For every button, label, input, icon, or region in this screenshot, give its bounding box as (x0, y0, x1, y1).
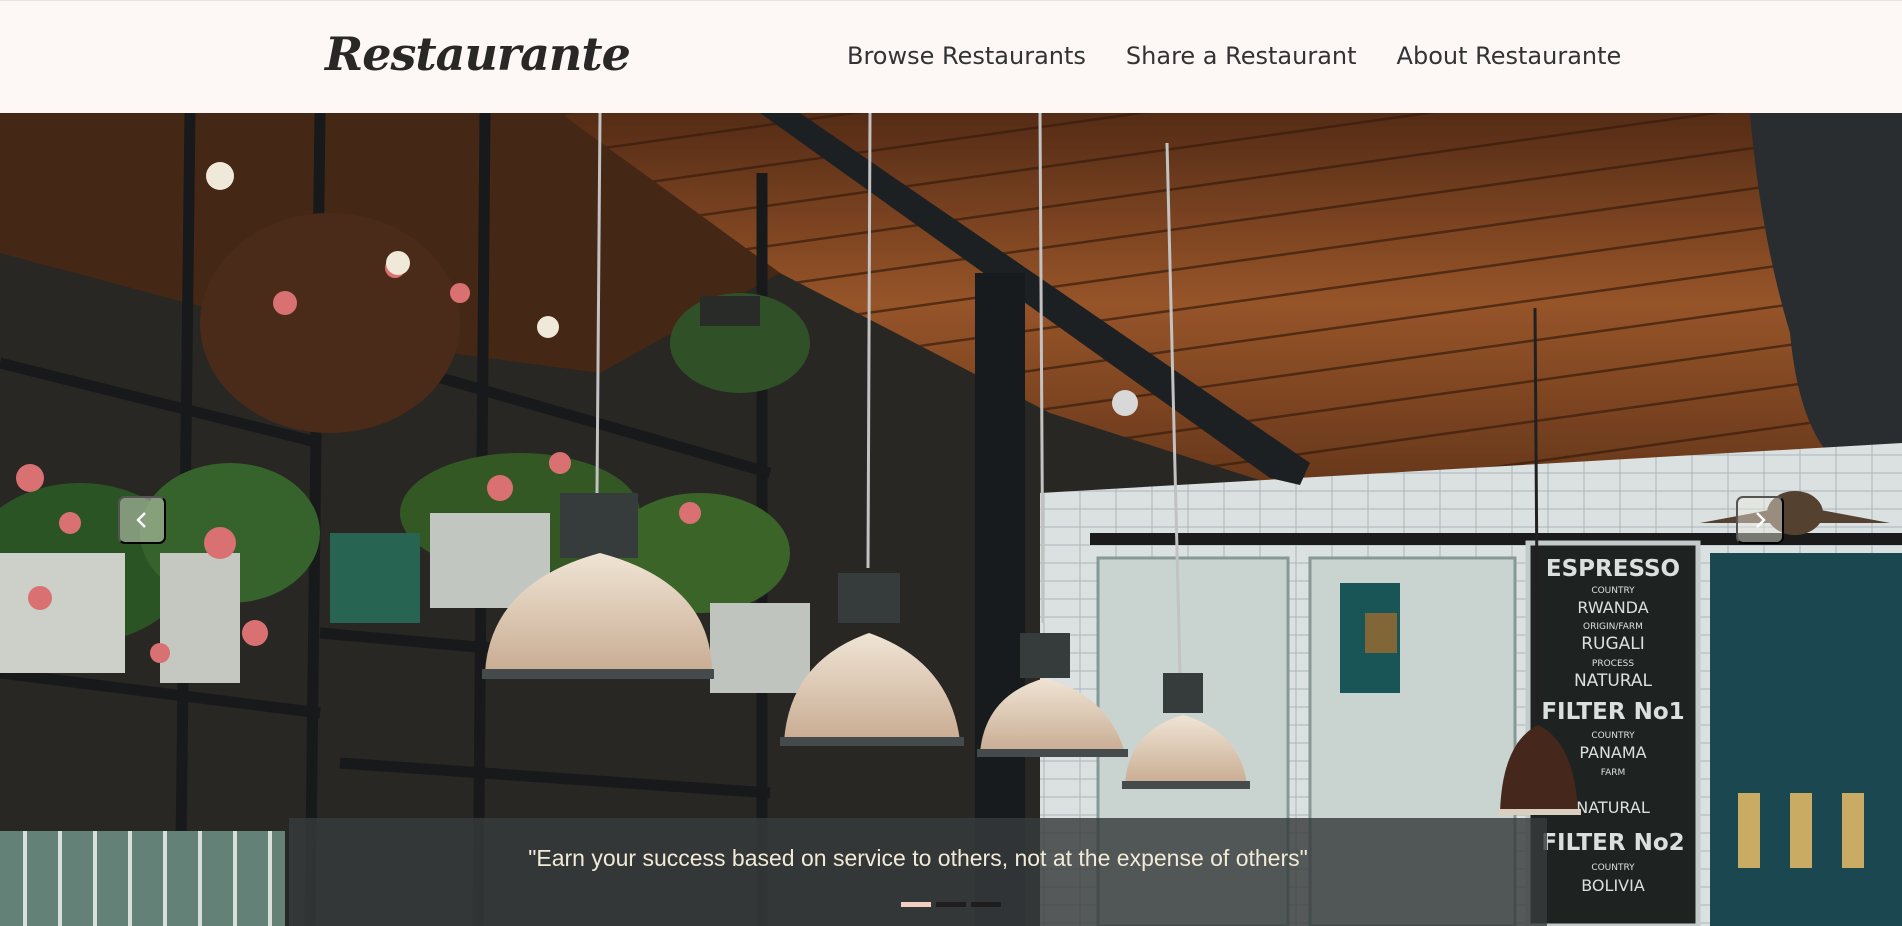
carousel-next-button[interactable] (1736, 496, 1784, 544)
nav-links: Browse Restaurants Share a Restaurant Ab… (847, 42, 1621, 70)
chevron-left-icon (136, 512, 146, 528)
navbar: Restaurante Browse Restaurants Share a R… (0, 0, 1902, 113)
nav-link-about[interactable]: About Restaurante (1397, 42, 1622, 70)
nav-link-browse-restaurants[interactable]: Browse Restaurants (847, 42, 1086, 70)
carousel-indicator-2[interactable] (936, 902, 966, 907)
carousel-indicators (901, 902, 1006, 907)
chevron-right-icon (1756, 512, 1766, 528)
carousel-prev-button[interactable] (118, 496, 166, 544)
caption-quote: "Earn your success based on service to o… (528, 845, 1308, 871)
carousel-indicator-3[interactable] (971, 902, 1001, 907)
nav-link-share-restaurant[interactable]: Share a Restaurant (1126, 42, 1357, 70)
hero-carousel: ESPRESSO COUNTRY RWANDA ORIGIN/FARM RUGA… (0, 113, 1902, 926)
restaurant-interior-photo: ESPRESSO COUNTRY RWANDA ORIGIN/FARM RUGA… (0, 113, 1902, 926)
brand-logo[interactable]: Restaurante (325, 27, 631, 81)
carousel-indicator-1[interactable] (901, 902, 931, 907)
carousel-caption: "Earn your success based on service to o… (289, 818, 1547, 926)
